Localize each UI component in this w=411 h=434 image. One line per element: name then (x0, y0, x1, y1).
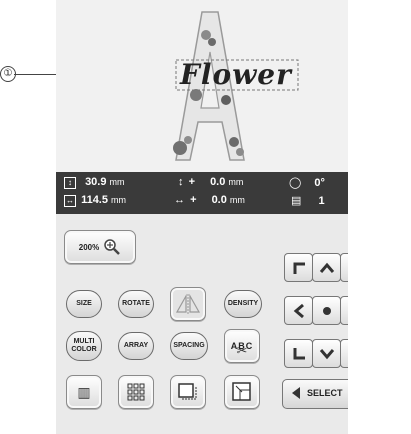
thread-count-readout: ▤ 1 (291, 195, 325, 207)
grid-button[interactable] (118, 375, 154, 409)
height-readout: ↕ 30.9 mm (64, 176, 125, 189)
rotate-button[interactable]: ROTATE (118, 290, 154, 318)
rotation-icon: ◯ (289, 177, 302, 189)
select-label: SELECT (307, 388, 343, 398)
select-next-button[interactable] (347, 384, 348, 402)
horizontal-offset-icon: ↔ (174, 194, 185, 206)
layout-icon (232, 382, 251, 401)
grid-icon (127, 383, 145, 401)
width-readout: ↔ 114.5 mm (64, 194, 127, 207)
machine-screen: Flower ↕ 30.9 mm ↔ 114.5 mm ↕ + 0.0 mm ↔… (56, 0, 348, 434)
move-down-left-button[interactable] (284, 339, 313, 368)
size-button[interactable]: SIZE (66, 290, 102, 318)
move-up-button[interactable] (312, 253, 341, 282)
thread-order-button[interactable]: ▥ (66, 375, 102, 409)
move-left-button[interactable] (284, 296, 313, 325)
thread-spool-icon: ▤ (291, 195, 302, 207)
horizontal-offset-readout: ↔ + 0.0 mm (174, 194, 245, 206)
embroidery-text: Flower (180, 58, 292, 91)
triangle-left-icon (292, 387, 300, 399)
corner-up-left-icon (293, 262, 305, 274)
chevron-up-icon (319, 262, 334, 273)
corner-up-right-icon (348, 261, 349, 275)
magnifier-icon (104, 239, 121, 255)
mirror-button[interactable] (170, 287, 206, 321)
move-up-left-button[interactable] (284, 253, 313, 282)
multicolor-button[interactable]: MULTI COLOR (66, 331, 102, 361)
move-down-button[interactable] (312, 339, 341, 368)
border-button[interactable] (170, 375, 206, 409)
corner-down-left-icon (293, 347, 305, 359)
vertical-offset-icon: ↕ (178, 176, 184, 188)
width-icon: ↔ (64, 195, 76, 207)
info-bar: ↕ 30.9 mm ↔ 114.5 mm ↕ + 0.0 mm ↔ + 0.0 … (56, 172, 348, 214)
vertical-offset-readout: ↕ + 0.0 mm (178, 176, 244, 188)
center-dot-icon (322, 306, 331, 315)
thread-order-icon: ▥ (77, 383, 91, 400)
chevron-down-icon (319, 348, 334, 359)
density-button[interactable]: DENSITY (224, 290, 262, 318)
array-button[interactable]: ARRAY (118, 332, 154, 360)
corner-down-right-icon (348, 347, 349, 361)
move-down-right-button[interactable] (340, 339, 348, 368)
move-right-button[interactable] (340, 296, 348, 325)
select-control: SELECT (282, 379, 348, 409)
mirror-icon (175, 293, 201, 314)
height-icon: ↕ (64, 177, 76, 189)
select-previous-button[interactable] (287, 384, 305, 402)
cut-text-button[interactable]: ABC ✂ (224, 329, 260, 363)
layout-button[interactable] (224, 375, 260, 409)
chevron-left-icon (293, 303, 304, 318)
spacing-button[interactable]: SPACING (170, 332, 208, 360)
move-up-right-button[interactable] (340, 253, 348, 282)
embroidery-preview: Flower (56, 0, 348, 172)
center-button[interactable] (312, 296, 341, 325)
rotation-readout: ◯ 0° (289, 177, 325, 189)
zoom-button[interactable]: 200% (64, 230, 136, 264)
border-icon (178, 383, 197, 400)
scissors-icon: ✂ (236, 343, 248, 358)
